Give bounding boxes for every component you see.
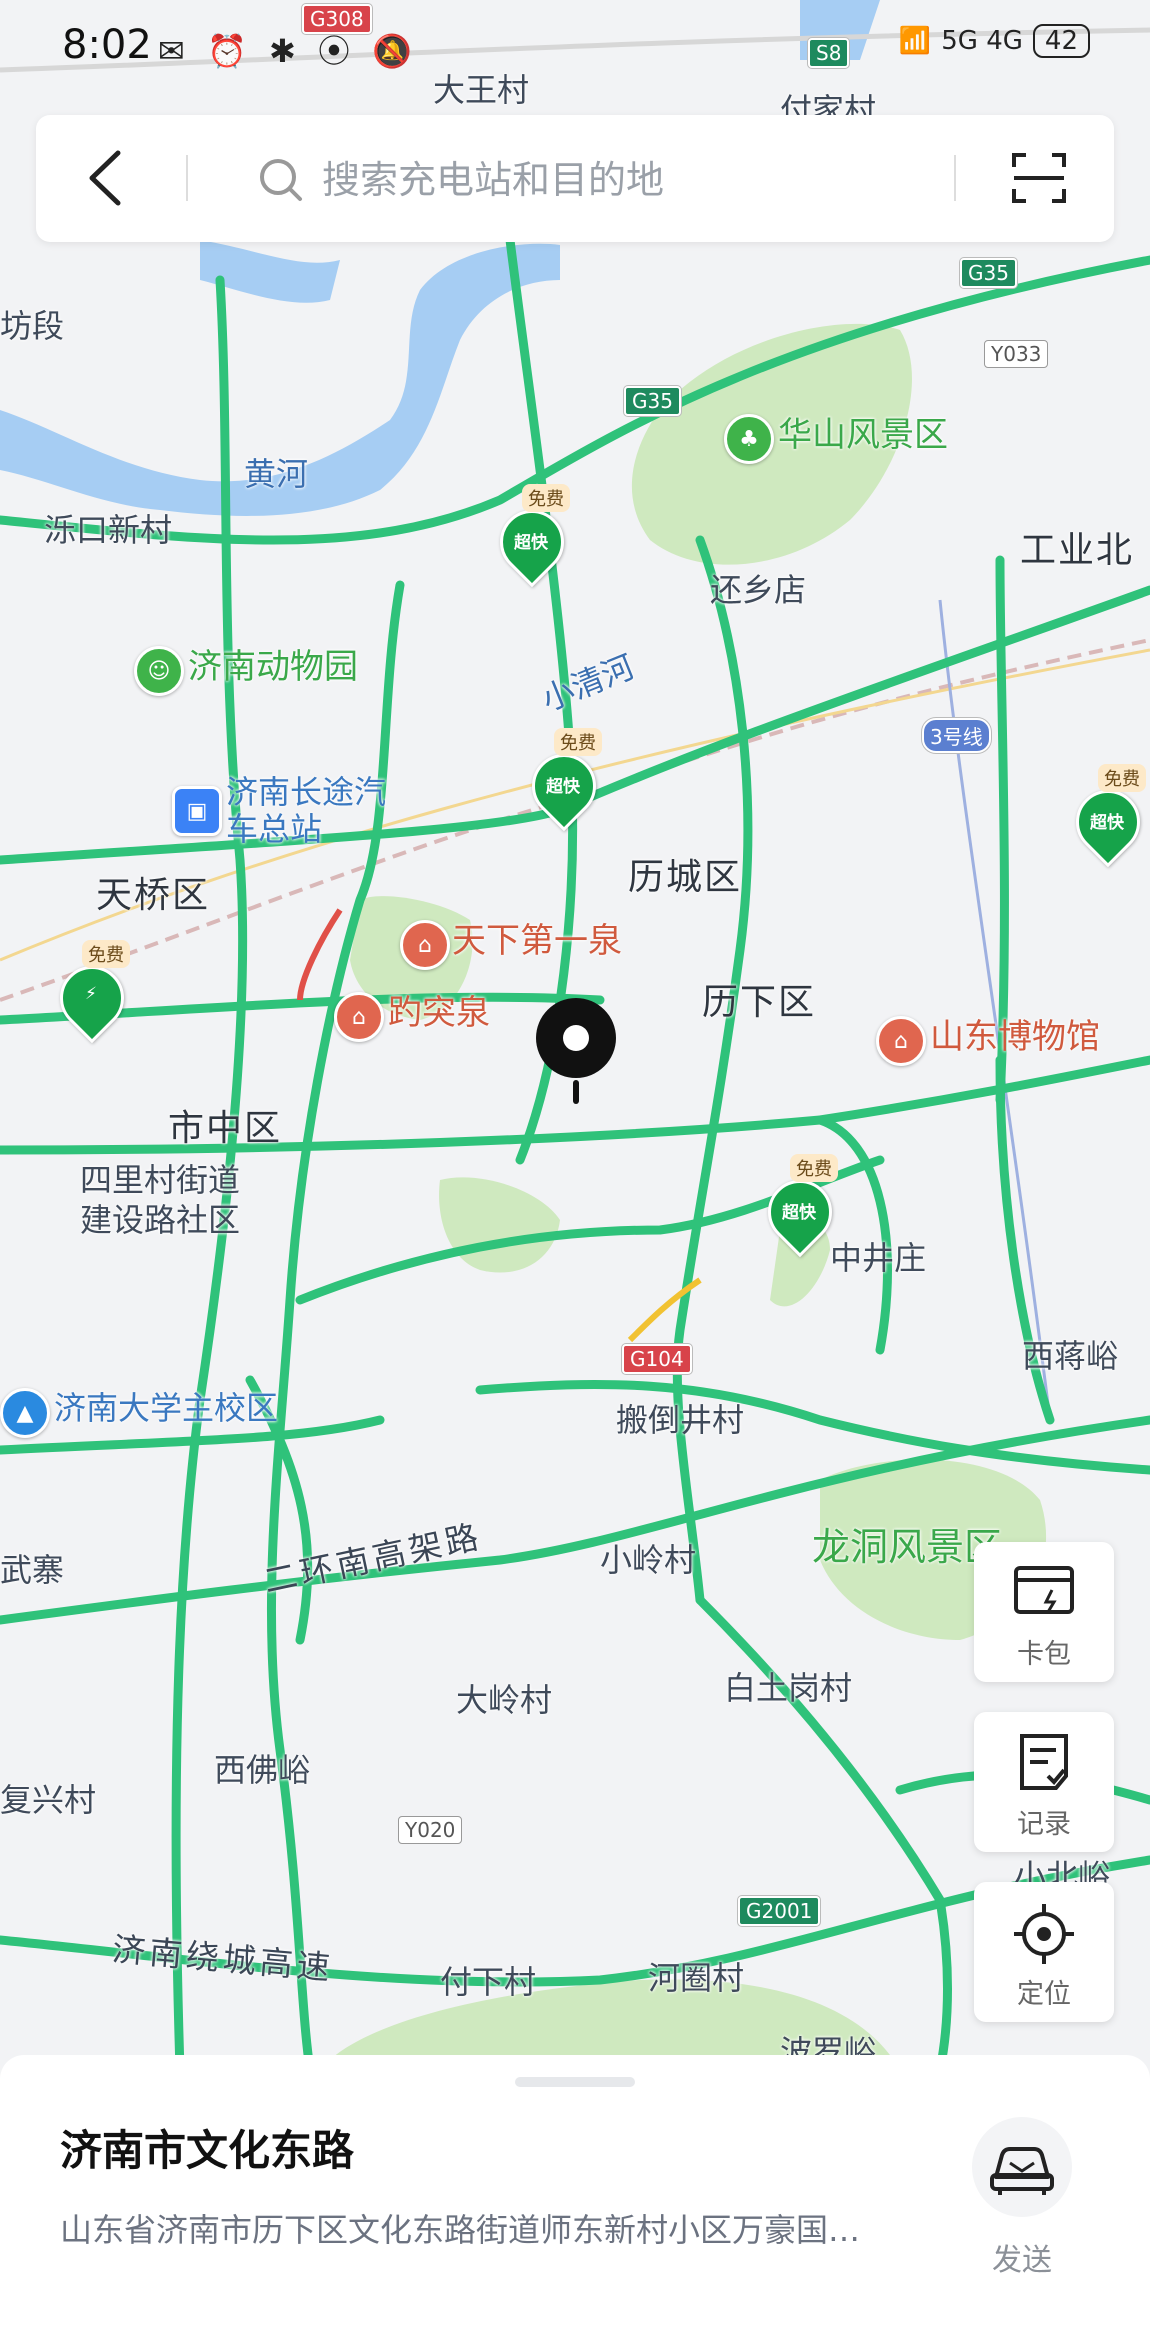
records-label: 记录 — [1017, 1809, 1071, 1840]
card-pack-button[interactable]: 卡包 — [974, 1542, 1114, 1682]
place-label-wuzhai: 武寨 — [0, 1551, 65, 1589]
free-badge: 免费 — [554, 728, 602, 756]
car-icon — [990, 2147, 1054, 2195]
place-label-jianshe: 建设路社区 — [80, 1201, 241, 1239]
free-badge: 免费 — [522, 484, 570, 512]
district-label-shizhong: 市中区 — [168, 1108, 283, 1149]
place-label-baitu: 白土岗村 — [724, 1669, 853, 1707]
search-divider — [954, 155, 956, 201]
search-bar: 搜索充电站和目的地 — [36, 115, 1114, 242]
place-label-xijiang: 西蒋峪 — [1022, 1337, 1119, 1375]
place-label-xifo: 西佛峪 — [214, 1751, 311, 1789]
road-shield: Y033 — [984, 340, 1049, 368]
location-pin-icon[interactable] — [534, 996, 618, 1108]
search-input[interactable]: 搜索充电站和目的地 — [322, 149, 664, 204]
place-label-sili: 四里村街道 — [80, 1161, 241, 1199]
metro-line-label: 3号线 — [922, 718, 991, 753]
wifi-icon: 📶 — [898, 26, 932, 56]
place-label-xiaoling: 小岭村 — [600, 1541, 697, 1579]
place-label-fuxia: 付下村 — [440, 1963, 537, 2001]
charger-marker[interactable]: 超快 免费 — [1062, 764, 1150, 868]
highway-shield: G2001 — [738, 1896, 821, 1926]
poi-label-bus-station[interactable]: 济南长途汽车总站 — [226, 774, 386, 848]
search-icon — [260, 159, 302, 201]
status-bar: 8:02 ✉ ⏰ ✱ ⦿ 🔕 📶 5G 4G 42 — [0, 0, 1150, 95]
poi-label-museum[interactable]: 山东博物馆 — [930, 1017, 1100, 1057]
status-time: 8:02 — [62, 22, 152, 68]
place-label-daling: 大岭村 — [456, 1681, 553, 1719]
place-label-bandao: 搬倒井村 — [616, 1401, 745, 1439]
poi-label-baotu[interactable]: 趵突泉 — [388, 993, 490, 1033]
charger-plug-icon: ⚡ — [85, 984, 97, 1004]
park-icon[interactable]: ♣ — [724, 414, 774, 464]
landmark-icon[interactable]: ⌂ — [334, 992, 384, 1042]
place-label-huanxiang: 还乡店 — [710, 571, 807, 609]
poi-label-zoo[interactable]: 济南动物园 — [188, 647, 358, 687]
place-label-fuxing: 复兴村 — [0, 1781, 97, 1819]
send-to-car-button[interactable] — [972, 2117, 1072, 2217]
zoo-icon[interactable]: ☺ — [134, 646, 184, 696]
charger-speed-label: 超快 — [546, 777, 580, 797]
location-card: 济南市文化东路 山东省济南市历下区文化东路街道师东新村小区万豪国… 发送 — [0, 2055, 1150, 2347]
highway-shield: G104 — [622, 1344, 692, 1374]
free-badge: 免费 — [1098, 764, 1146, 792]
landmark-icon[interactable]: ⌂ — [400, 920, 450, 970]
district-label-licheng: 历城区 — [628, 857, 743, 898]
poi-label-university[interactable]: 济南大学主校区 — [54, 1390, 278, 1427]
highway-shield: G35 — [960, 258, 1017, 288]
charger-marker[interactable]: ⚡ 免费 — [46, 940, 138, 1044]
send-label: 发送 — [992, 2243, 1052, 2278]
locate-label: 定位 — [1017, 1979, 1071, 2010]
drag-handle[interactable] — [515, 2077, 635, 2087]
highway-shield: G35 — [624, 386, 681, 416]
road-shield: Y020 — [398, 1816, 463, 1844]
charger-marker[interactable]: 超快 免费 — [486, 484, 578, 588]
free-badge: 免费 — [82, 940, 130, 968]
search-divider — [186, 155, 188, 201]
place-label-tuokou: 泺口新村 — [44, 511, 173, 549]
charger-speed-label: 超快 — [1090, 813, 1124, 833]
bus-station-icon[interactable]: ▣ — [172, 786, 222, 836]
district-label-tianqiao: 天桥区 — [96, 875, 211, 916]
records-icon — [1020, 1734, 1068, 1790]
charger-speed-label: 超快 — [782, 1203, 816, 1223]
battery-indicator: 42 — [1032, 24, 1090, 58]
charger-speed-label: 超快 — [514, 533, 548, 553]
district-label-lixia: 历下区 — [702, 982, 817, 1023]
poi-label-tianxia[interactable]: 天下第一泉 — [452, 921, 622, 961]
network-label: 5G 4G — [941, 26, 1023, 56]
water-label-huanghe: 黄河 — [244, 455, 309, 493]
place-label-zhongjing: 中井庄 — [830, 1239, 927, 1277]
place-label-hequan: 河圈村 — [648, 1959, 745, 1997]
charger-marker[interactable]: 超快 免费 — [518, 728, 610, 832]
location-address: 山东省济南市历下区文化东路街道师东新村小区万豪国… — [60, 2211, 861, 2249]
status-notification-icons: ✉ ⏰ ✱ ⦿ 🔕 — [158, 32, 419, 70]
charger-marker[interactable]: 超快 免费 — [754, 1154, 846, 1258]
museum-icon[interactable]: ⌂ — [876, 1016, 926, 1066]
scan-icon[interactable] — [1010, 149, 1068, 207]
card-pack-icon — [1014, 1566, 1074, 1614]
status-right-group: 📶 5G 4G 42 — [899, 24, 1090, 58]
location-title: 济南市文化东路 — [60, 2126, 355, 2175]
place-label-fangduan: 坊段 — [0, 307, 65, 345]
locate-button[interactable]: 定位 — [974, 1882, 1114, 2022]
records-button[interactable]: 记录 — [974, 1712, 1114, 1852]
free-badge: 免费 — [790, 1154, 838, 1182]
university-icon[interactable]: ▲ — [0, 1388, 50, 1438]
card-pack-label: 卡包 — [1017, 1639, 1071, 1670]
back-arrow-icon[interactable] — [76, 145, 136, 211]
place-label-gongye: 工业北 — [1020, 530, 1135, 571]
locate-icon — [1014, 1904, 1074, 1964]
poi-label-huashan[interactable]: 华山风景区 — [778, 415, 948, 455]
